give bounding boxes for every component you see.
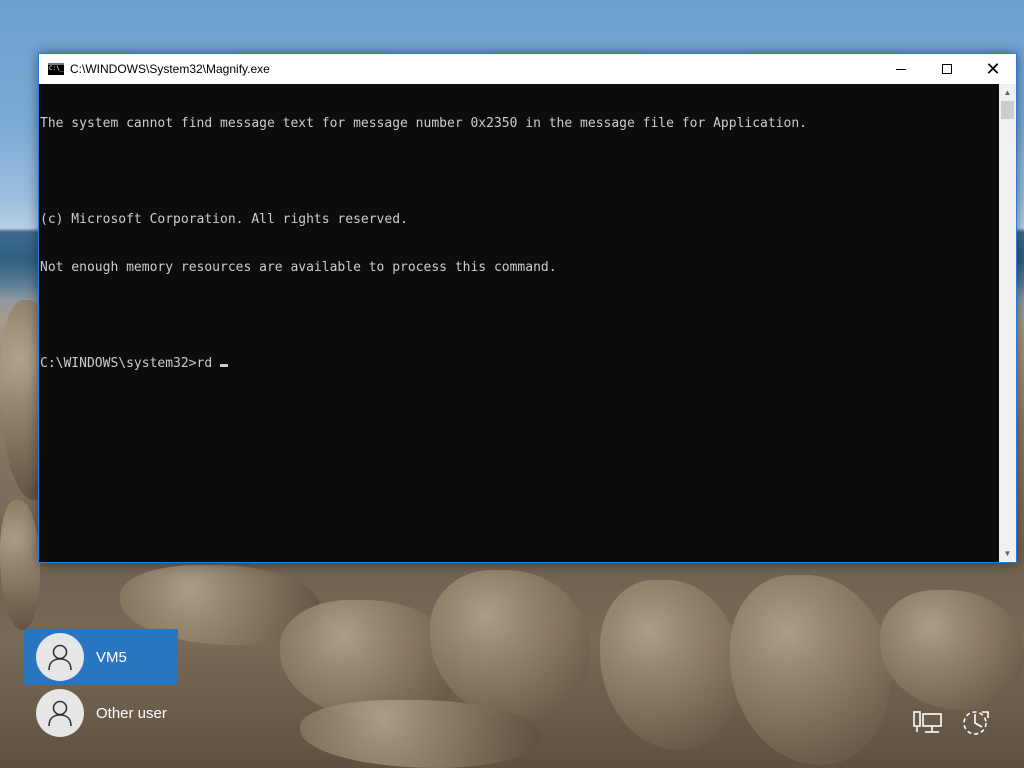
chevron-up-icon: ▲ <box>1003 88 1012 97</box>
vertical-scrollbar[interactable]: ▲ ▼ <box>999 84 1016 562</box>
console-output[interactable]: The system cannot find message text for … <box>39 84 1000 562</box>
console-prompt-line[interactable]: C:\WINDOWS\system32>rd <box>40 356 1000 372</box>
minimize-button[interactable] <box>878 54 924 84</box>
scroll-up-button[interactable]: ▲ <box>999 84 1016 101</box>
minimize-icon <box>896 68 906 70</box>
text-cursor <box>220 364 229 367</box>
console-line: Not enough memory resources are availabl… <box>40 260 557 275</box>
close-icon: ✕ <box>985 59 1001 79</box>
maximize-button[interactable] <box>924 54 970 84</box>
avatar <box>36 633 84 681</box>
maximize-icon <box>942 64 952 74</box>
scroll-down-button[interactable]: ▼ <box>999 545 1016 562</box>
scrollbar-thumb[interactable] <box>1001 101 1014 119</box>
network-icon <box>913 711 942 733</box>
console-line: (c) Microsoft Corporation. All rights re… <box>40 212 408 227</box>
user-icon <box>48 644 72 671</box>
console-line: The system cannot find message text for … <box>40 116 808 131</box>
console-window[interactable]: C:\WINDOWS\System32\Magnify.exe ✕ The sy… <box>38 53 1017 563</box>
close-button[interactable]: ✕ <box>970 54 1016 84</box>
chevron-down-icon: ▼ <box>1003 549 1012 558</box>
user-tile-vm5[interactable]: VM5 <box>24 629 178 685</box>
window-title: C:\WINDOWS\System32\Magnify.exe <box>70 62 270 76</box>
user-name: Other user <box>96 704 167 722</box>
ease-of-access-button[interactable] <box>958 706 992 740</box>
user-name: VM5 <box>96 648 127 666</box>
ease-of-access-icon <box>963 711 989 735</box>
user-tile-other-user[interactable]: Other user <box>24 685 178 741</box>
console-icon <box>48 63 64 75</box>
title-bar[interactable]: C:\WINDOWS\System32\Magnify.exe ✕ <box>39 54 1016 84</box>
console-prompt: C:\WINDOWS\system32>rd <box>40 356 213 371</box>
user-icon <box>48 700 72 727</box>
network-button[interactable] <box>911 706 945 740</box>
avatar <box>36 689 84 737</box>
